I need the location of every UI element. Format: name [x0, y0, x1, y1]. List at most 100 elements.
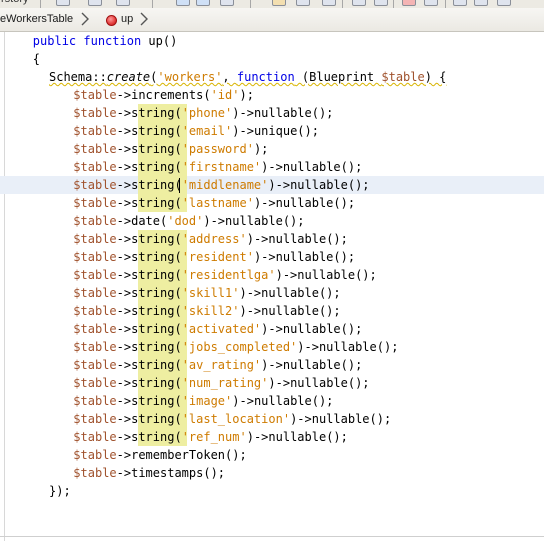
code-token: $table [73, 214, 117, 228]
format-icon[interactable] [497, 0, 511, 6]
code-line[interactable]: $table->string('firstname')->nullable(); [73, 158, 362, 176]
code-line[interactable]: $table->rememberToken(); [73, 446, 246, 464]
code-token: $table [73, 412, 117, 426]
code-token: 'middlename' [181, 178, 269, 192]
toggle-highlight-icon[interactable] [322, 0, 336, 6]
chevron-right-icon[interactable] [78, 11, 92, 27]
next-icon[interactable] [196, 0, 210, 6]
code-line[interactable]: { [33, 50, 40, 68]
code-token: ) { [424, 70, 447, 84]
code-line[interactable]: public function up() [33, 32, 178, 50]
code-token: $table [73, 430, 117, 444]
code-line[interactable]: $table->string('skill2')->nullable(); [73, 302, 340, 320]
toolbar-separator [40, 0, 41, 8]
code-token: ); [253, 142, 269, 156]
code-token: )->nullable(); [268, 376, 370, 390]
code-line[interactable]: $table->date('dod')->nullable(); [73, 212, 304, 230]
code-line[interactable]: }); [49, 482, 71, 500]
stop-macro-icon[interactable] [424, 0, 438, 6]
code-editor[interactable]: public function up(){Schema::create('wor… [0, 32, 544, 541]
code-line[interactable]: $table->string('skill1')->nullable(); [73, 284, 340, 302]
code-token: ->string( [116, 124, 182, 138]
code-line[interactable]: $table->string('activated')->nullable(); [73, 320, 362, 338]
code-token: $table [73, 304, 117, 318]
code-line[interactable]: $table->string('last_location')->nullabl… [73, 410, 391, 428]
toolbar-separator [342, 0, 343, 8]
editor-bottom-border [0, 536, 544, 537]
code-token: $table [73, 358, 117, 372]
code-token: $table [73, 160, 117, 174]
previous-icon[interactable] [176, 0, 190, 6]
code-token: ->string( [116, 358, 182, 372]
code-token: , [222, 70, 237, 84]
code-token: ->rememberToken(); [116, 448, 247, 462]
code-token: ->string( [116, 106, 182, 120]
code-line[interactable]: $table->timestamps(); [73, 464, 225, 482]
code-token: { [32, 52, 41, 66]
code-token: ->string( [116, 250, 182, 264]
toolbar: rstory [0, 0, 544, 8]
code-token: ->string( [116, 142, 182, 156]
code-token: 'resident' [181, 250, 254, 264]
code-token: )->nullable(); [261, 160, 363, 174]
code-line[interactable]: $table->string('residentlga')->nullable(… [73, 266, 376, 284]
code-line[interactable]: $table->string('jobs_completed')->nullab… [73, 338, 398, 356]
code-token: 'workers' [157, 70, 223, 84]
code-line[interactable]: $table->string('image')->nullable(); [73, 392, 333, 410]
code-line[interactable]: $table->string('ref_num')->nullable(); [73, 428, 348, 446]
code-token: ->string( [116, 286, 182, 300]
code-token: (Blueprint [294, 70, 382, 84]
source-icon[interactable] [116, 0, 130, 6]
code-token: )->nullable(); [246, 232, 348, 246]
code-token: 'dod' [167, 214, 204, 228]
bookmark-icon[interactable] [220, 0, 234, 6]
code-token: public function [32, 34, 149, 48]
code-token: )->nullable(); [290, 412, 392, 426]
chevron-right-icon[interactable] [137, 11, 151, 27]
shift-right-icon[interactable] [374, 0, 388, 6]
code-line[interactable]: $table->string('lastname')->nullable(); [73, 194, 355, 212]
code-token: 'firstname' [181, 160, 262, 174]
comment-icon[interactable] [453, 0, 467, 6]
code-token: $table [381, 70, 425, 84]
breadcrumb-method[interactable]: up [121, 13, 133, 25]
code-token: $table [73, 376, 117, 390]
code-token: $table [73, 124, 117, 138]
code-token: ->string( [116, 160, 182, 174]
code-line[interactable]: $table->string('phone')->nullable(); [73, 104, 333, 122]
code-token: $table [73, 142, 117, 156]
uncomment-icon[interactable] [474, 0, 488, 6]
code-token: 'num_rating' [181, 376, 269, 390]
code-line[interactable]: $table->string('av_rating')->nullable(); [73, 356, 362, 374]
code-line[interactable]: $table->increments('id'); [73, 86, 254, 104]
code-token: )->nullable(); [261, 322, 363, 336]
code-token: ->string( [116, 178, 182, 192]
code-token: 'activated' [181, 322, 262, 336]
history-icon[interactable] [88, 0, 102, 6]
code-token: $table [73, 394, 117, 408]
start-macro-icon[interactable] [402, 0, 416, 6]
code-line[interactable]: Schema::create('workers', function (Blue… [49, 68, 446, 86]
find-icon[interactable] [272, 0, 286, 6]
code-token: )->nullable(); [239, 286, 341, 300]
code-token: create [106, 70, 151, 84]
code-token: )->nullable(); [261, 358, 363, 372]
code-token: )->unique(); [232, 124, 319, 138]
shift-left-icon[interactable] [352, 0, 366, 6]
toolbar-separator [445, 0, 446, 8]
code-line[interactable]: $table->string('email')->unique(); [73, 122, 319, 140]
code-token: 'residentlga' [181, 268, 276, 282]
code-token: $table [73, 340, 117, 354]
code-line[interactable]: $table->string('num_rating')->nullable()… [73, 374, 369, 392]
code-token: 'skill1' [181, 286, 240, 300]
back-icon[interactable] [56, 0, 70, 6]
code-line[interactable]: $table->string('resident')->nullable(); [73, 248, 355, 266]
breadcrumb-class[interactable]: eWorkersTable [0, 13, 73, 25]
code-line[interactable]: $table->string('address')->nullable(); [73, 230, 348, 248]
code-line[interactable]: $table->string('middlename')->nullable()… [73, 176, 369, 194]
code-token: )->nullable(); [275, 268, 377, 282]
code-token: )->nullable(); [232, 394, 334, 408]
replace-icon[interactable] [296, 0, 310, 6]
code-token: )->nullable(); [203, 214, 305, 228]
code-line[interactable]: $table->string('password'); [73, 140, 268, 158]
